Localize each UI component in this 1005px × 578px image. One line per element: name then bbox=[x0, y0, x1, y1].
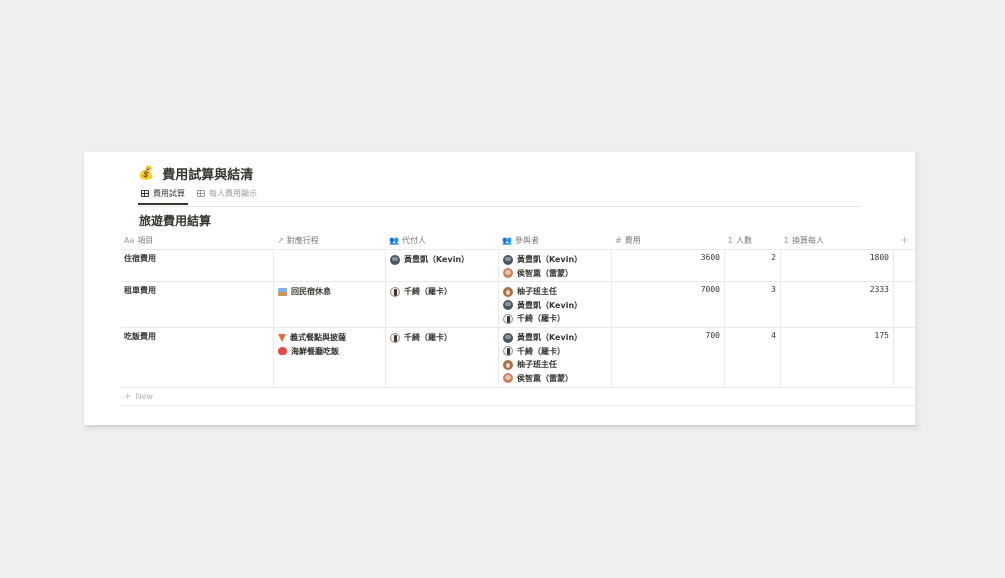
formula-sigma-icon: Σ bbox=[728, 235, 734, 245]
avatar bbox=[503, 300, 513, 311]
avatar bbox=[503, 254, 513, 265]
table-row[interactable]: 吃飯費用 義式餐點與披薩 海鮮餐廳吃飯 千綺（羅卡） 黃豊凱（Kevin） 千綺… bbox=[121, 328, 916, 388]
participants-cell[interactable]: 黃豊凱（Kevin） 千綺（羅卡） 柚子班主任 侯智熏（雷蒙） bbox=[499, 328, 612, 387]
column-header-headcount[interactable]: Σ 人數 bbox=[725, 231, 781, 249]
pizza-icon bbox=[278, 333, 286, 342]
empty-cell bbox=[894, 282, 916, 327]
person-chip: 柚子班主任 bbox=[503, 358, 607, 372]
person-chip: 千綺（羅卡） bbox=[503, 345, 607, 359]
column-header-payer[interactable]: 👥 代付人 bbox=[386, 231, 499, 249]
headcount-cell[interactable]: 2 bbox=[725, 250, 781, 281]
avatar bbox=[503, 359, 513, 370]
empty-cell bbox=[894, 328, 916, 387]
table-row[interactable]: 租車費用 回民宿休息 千綺（羅卡） 柚子班主任 黃豊凱（Kevin） 千綺（羅卡… bbox=[121, 282, 916, 328]
related-trip-cell[interactable] bbox=[274, 250, 386, 281]
column-header-item[interactable]: Aa 項目 bbox=[121, 231, 274, 249]
avatar bbox=[503, 332, 513, 343]
per-person-cell[interactable]: 1800 bbox=[781, 250, 894, 281]
person-chip: 侯智熏（雷蒙） bbox=[503, 372, 607, 386]
money-bag-icon[interactable]: 💰 bbox=[138, 166, 154, 181]
add-new-row-button[interactable]: + New bbox=[121, 388, 916, 406]
tab-label: 每人費用顯示 bbox=[209, 189, 257, 198]
person-chip: 柚子班主任 bbox=[503, 285, 607, 299]
database-title[interactable]: 旅遊費用結算 bbox=[139, 212, 211, 229]
person-property-icon: 👥 bbox=[389, 235, 399, 245]
table-icon bbox=[141, 189, 149, 197]
view-tabs: 費用試算 每人費用顯示 bbox=[138, 186, 861, 207]
cost-cell[interactable]: 3600 bbox=[612, 250, 725, 281]
column-header-related-trip[interactable]: ↗ 對應行程 bbox=[274, 231, 386, 249]
database-table: Aa 項目 ↗ 對應行程 👥 代付人 👥 參與者 # 費用 Σ 人數 Σ 換算每… bbox=[121, 231, 916, 406]
payer-cell[interactable]: 黃豊凱（Kevin） bbox=[386, 250, 499, 281]
person-chip: 侯智熏（雷蒙） bbox=[503, 267, 607, 281]
formula-sigma-icon: Σ bbox=[784, 235, 790, 245]
per-person-cell[interactable]: 2333 bbox=[781, 282, 894, 327]
item-cell[interactable]: 租車費用 bbox=[121, 282, 274, 327]
cost-cell[interactable]: 700 bbox=[612, 328, 725, 387]
avatar bbox=[390, 332, 400, 343]
column-header-participants[interactable]: 👥 參與者 bbox=[499, 231, 612, 249]
person-chip: 千綺（羅卡） bbox=[390, 331, 494, 345]
person-chip: 黃豊凱（Kevin） bbox=[503, 299, 607, 313]
page-title-text[interactable]: 費用試算與結清 bbox=[162, 164, 253, 183]
headcount-cell[interactable]: 4 bbox=[725, 328, 781, 387]
add-column-button[interactable]: + bbox=[894, 231, 916, 249]
text-property-icon: Aa bbox=[124, 235, 135, 245]
tab-cost-estimate[interactable]: 費用試算 bbox=[138, 186, 188, 205]
avatar bbox=[503, 313, 513, 324]
relation-chip[interactable]: 海鮮餐廳吃飯 bbox=[278, 345, 381, 359]
relation-chip[interactable]: 義式餐點與披薩 bbox=[278, 331, 381, 345]
payer-cell[interactable]: 千綺（羅卡） bbox=[386, 282, 499, 327]
column-header-cost[interactable]: # 費用 bbox=[612, 231, 725, 249]
page-edge-shadow bbox=[915, 152, 921, 425]
tab-label: 費用試算 bbox=[153, 188, 185, 198]
item-cell[interactable]: 吃飯費用 bbox=[121, 328, 274, 387]
avatar bbox=[503, 346, 513, 357]
participants-cell[interactable]: 黃豊凱（Kevin） 侯智熏（雷蒙） bbox=[499, 250, 612, 281]
relation-chip[interactable]: 回民宿休息 bbox=[278, 285, 381, 299]
table-header: Aa 項目 ↗ 對應行程 👥 代付人 👥 參與者 # 費用 Σ 人數 Σ 換算每… bbox=[121, 231, 916, 250]
relation-arrow-icon: ↗ bbox=[277, 235, 284, 245]
avatar bbox=[390, 286, 400, 297]
page-title: 💰 費用試算與結清 bbox=[138, 164, 253, 183]
column-header-per-person[interactable]: Σ 換算每人 bbox=[781, 231, 894, 249]
person-chip: 千綺（羅卡） bbox=[503, 312, 607, 326]
related-trip-cell[interactable]: 義式餐點與披薩 海鮮餐廳吃飯 bbox=[274, 328, 386, 387]
person-property-icon: 👥 bbox=[502, 235, 512, 245]
avatar bbox=[503, 286, 513, 297]
person-chip: 黃豊凱（Kevin） bbox=[503, 331, 607, 345]
cost-cell[interactable]: 7000 bbox=[612, 282, 725, 327]
empty-cell bbox=[894, 250, 916, 281]
person-chip: 千綺（羅卡） bbox=[390, 285, 494, 299]
hot-spring-icon bbox=[278, 287, 287, 296]
headcount-cell[interactable]: 3 bbox=[725, 282, 781, 327]
notion-page-card: 💰 費用試算與結清 費用試算 每人費用顯示 旅遊費用結算 Aa 項目 ↗ 對應行… bbox=[84, 152, 916, 425]
per-person-cell[interactable]: 175 bbox=[781, 328, 894, 387]
person-chip: 黃豊凱（Kevin） bbox=[503, 253, 607, 267]
avatar bbox=[390, 254, 400, 265]
table-row[interactable]: 住宿費用 黃豊凱（Kevin） 黃豊凱（Kevin） 侯智熏（雷蒙） 3600 bbox=[121, 250, 916, 282]
participants-cell[interactable]: 柚子班主任 黃豊凱（Kevin） 千綺（羅卡） bbox=[499, 282, 612, 327]
crab-icon bbox=[278, 347, 287, 356]
payer-cell[interactable]: 千綺（羅卡） bbox=[386, 328, 499, 387]
avatar bbox=[503, 373, 513, 384]
plus-icon: + bbox=[124, 391, 132, 402]
avatar bbox=[503, 268, 513, 279]
new-label: New bbox=[135, 392, 153, 401]
table-icon bbox=[197, 190, 205, 197]
number-property-icon: # bbox=[615, 235, 622, 245]
related-trip-cell[interactable]: 回民宿休息 bbox=[274, 282, 386, 327]
item-cell[interactable]: 住宿費用 bbox=[121, 250, 274, 281]
person-chip: 黃豊凱（Kevin） bbox=[390, 253, 494, 267]
tab-per-person-cost[interactable]: 每人費用顯示 bbox=[194, 186, 260, 204]
